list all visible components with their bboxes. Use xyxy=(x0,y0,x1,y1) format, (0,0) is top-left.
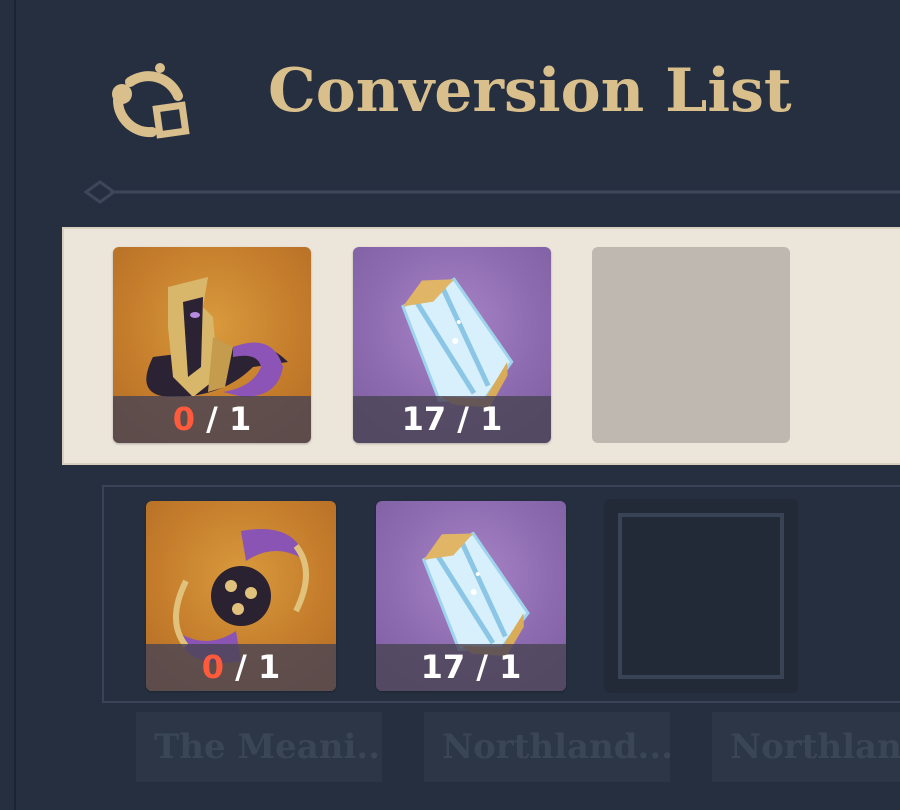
item-count-have: 17 xyxy=(420,648,466,686)
item-count-need: 1 xyxy=(480,400,503,438)
bottom-tabs: The Meani... Northland... Northlan xyxy=(0,712,900,810)
item-card[interactable]: 0 / 1 xyxy=(113,247,311,443)
item-count: 17 / 1 xyxy=(376,644,566,691)
item-count-need: 1 xyxy=(257,648,281,686)
item-card[interactable]: 17 / 1 xyxy=(376,501,566,691)
conversion-icon xyxy=(112,63,190,139)
empty-item-slot xyxy=(604,499,798,693)
item-count-separator: / xyxy=(206,400,229,438)
tab-northlan[interactable]: Northlan xyxy=(712,712,900,782)
item-count-have: 17 xyxy=(401,400,447,438)
item-count-need: 1 xyxy=(228,400,252,438)
item-card[interactable]: 17 / 1 xyxy=(353,247,551,443)
item-count: 0 / 1 xyxy=(113,396,311,443)
empty-item-slot xyxy=(592,247,790,443)
item-count-separator: / xyxy=(235,648,258,686)
item-count-have: 0 xyxy=(172,400,196,438)
item-count-separator: / xyxy=(457,400,481,438)
item-count-separator: / xyxy=(476,648,500,686)
item-card[interactable]: 0 / 1 xyxy=(146,501,336,691)
tab-northland[interactable]: Northland... xyxy=(424,712,670,782)
conversion-row-selected[interactable]: 0 / 1 17 / 1 xyxy=(62,227,900,465)
item-count-have: 0 xyxy=(201,648,225,686)
conversion-row[interactable]: 0 / 1 17 / 1 xyxy=(102,485,900,703)
item-count: 0 / 1 xyxy=(146,644,336,691)
empty-slot-frame xyxy=(618,513,784,679)
item-count: 17 / 1 xyxy=(353,396,551,443)
header-divider xyxy=(83,180,900,204)
tab-the-meani[interactable]: The Meani... xyxy=(136,712,382,782)
item-count-need: 1 xyxy=(499,648,522,686)
left-border-line xyxy=(14,0,16,810)
page-title: Conversion List xyxy=(268,56,792,126)
